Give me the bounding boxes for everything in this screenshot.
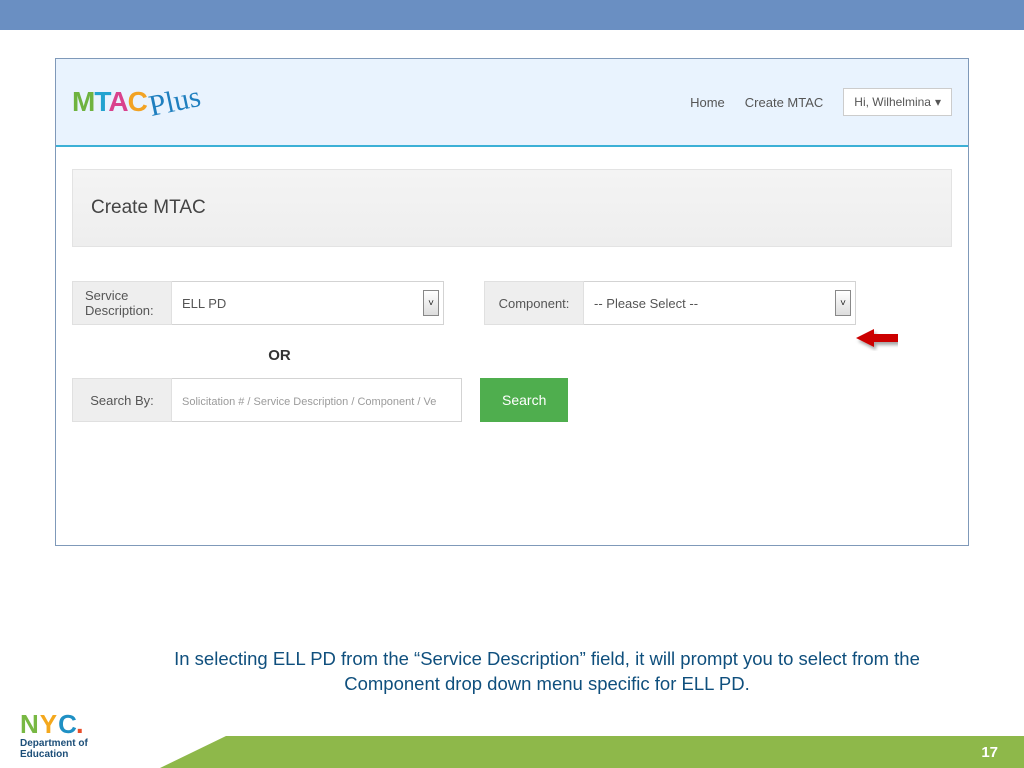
service-description-field: Service Description: ˅ [72, 281, 444, 325]
mtac-plus-logo: MTAC Plus [72, 85, 201, 119]
logo-mtac: MTAC [72, 86, 147, 118]
chevron-down-icon: ▾ [935, 95, 941, 109]
chevron-down-icon[interactable]: ˅ [423, 290, 439, 316]
form-row-selects: Service Description: ˅ Component: ˅ [72, 281, 952, 325]
search-by-input[interactable] [172, 379, 461, 421]
search-by-label: Search By: [72, 378, 172, 422]
arrow-annotation-icon [854, 325, 898, 351]
user-label: Hi, Wilhelmina [854, 95, 931, 109]
page-number: 17 [981, 744, 998, 761]
logo-plus-script: Plus [146, 80, 204, 124]
component-label: Component: [484, 281, 584, 325]
component-value[interactable] [584, 282, 855, 324]
header-right: Home Create MTAC Hi, Wilhelmina ▾ [690, 88, 952, 116]
logo-letter-c: C [128, 86, 147, 117]
app-header: MTAC Plus Home Create MTAC Hi, Wilhelmin… [56, 59, 968, 147]
logo-letter-m: M [72, 86, 94, 117]
slide-caption: In selecting ELL PD from the “Service De… [130, 647, 964, 697]
or-separator: OR [72, 347, 487, 364]
footer-fill: 17 [226, 736, 1024, 768]
component-field: Component: ˅ [484, 281, 856, 325]
chevron-down-icon[interactable]: ˅ [835, 290, 851, 316]
app-screenshot-panel: MTAC Plus Home Create MTAC Hi, Wilhelmin… [55, 58, 969, 546]
service-description-label: Service Description: [72, 281, 172, 325]
page-title: Create MTAC [72, 169, 952, 247]
footer-angle [160, 736, 226, 768]
search-by-field: Search By: [72, 378, 462, 422]
logo-letter-t: T [94, 86, 108, 117]
app-body: Create MTAC Service Description: ˅ Compo… [56, 147, 968, 432]
search-by-input-wrap [172, 378, 462, 422]
slide-top-bar [0, 0, 1024, 30]
service-description-select[interactable]: ˅ [172, 281, 444, 325]
service-description-value[interactable] [172, 282, 443, 324]
nav-home-link[interactable]: Home [690, 95, 725, 110]
user-dropdown[interactable]: Hi, Wilhelmina ▾ [843, 88, 952, 116]
component-select[interactable]: ˅ [584, 281, 856, 325]
logo-letter-a: A [108, 86, 127, 117]
nyc-mark: NYC. [20, 711, 120, 736]
footer-bar: 17 [0, 736, 1024, 768]
search-button[interactable]: Search [480, 378, 568, 422]
search-row: Search By: Search [72, 378, 952, 422]
nav-create-mtac-link[interactable]: Create MTAC [745, 95, 824, 110]
page-title-text: Create MTAC [91, 197, 206, 219]
